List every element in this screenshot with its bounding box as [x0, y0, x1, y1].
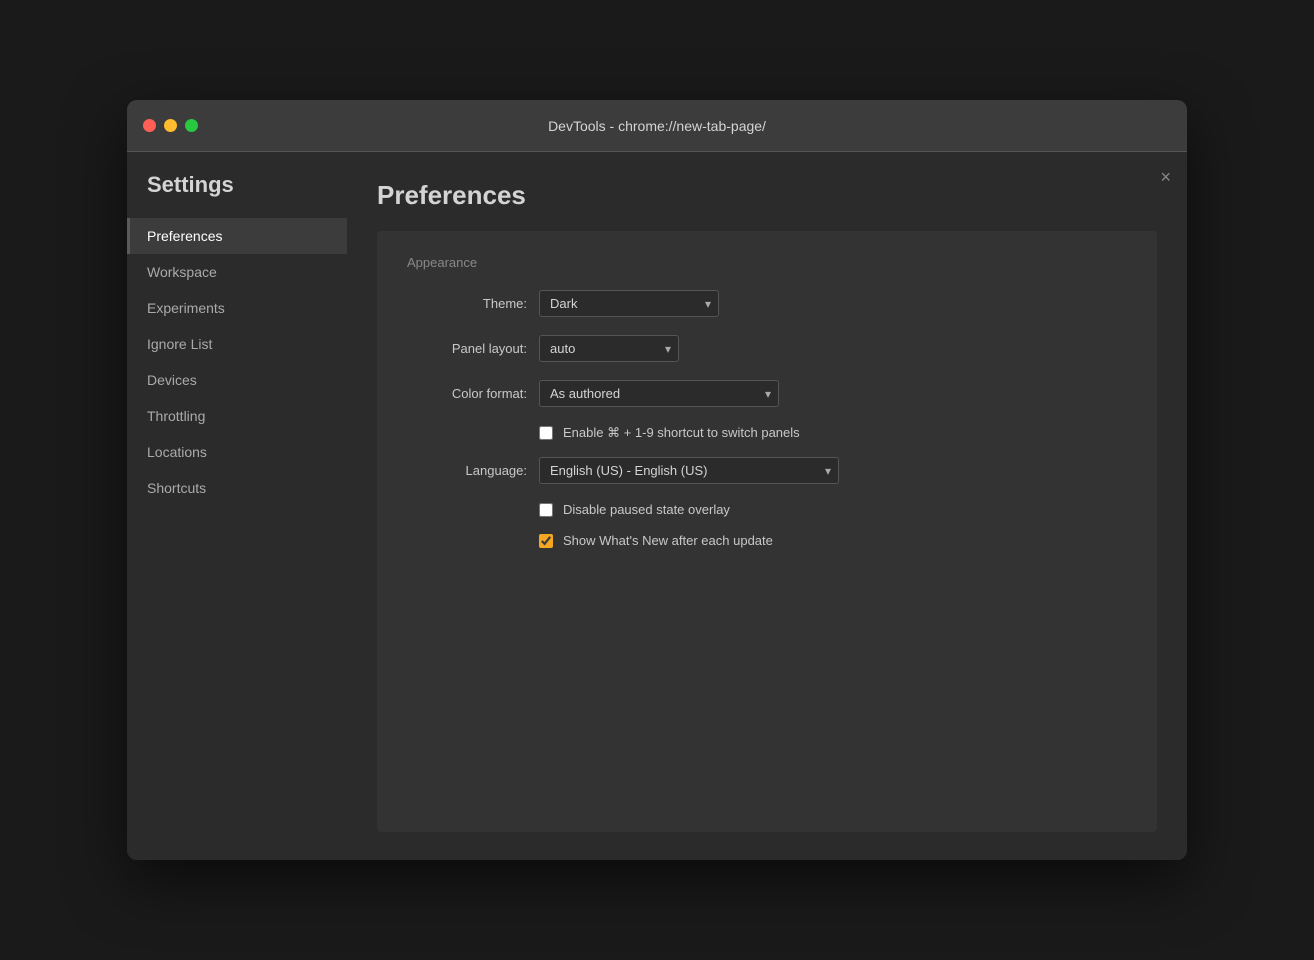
- language-row: Language: English (US) - English (US) De…: [407, 457, 1127, 484]
- sidebar-item-devices[interactable]: Devices: [127, 362, 347, 398]
- sidebar: Settings Preferences Workspace Experimen…: [127, 152, 347, 860]
- devtools-window: DevTools - chrome://new-tab-page/ Settin…: [127, 100, 1187, 860]
- theme-select[interactable]: System preference Light Dark: [539, 290, 719, 317]
- sidebar-item-locations[interactable]: Locations: [127, 434, 347, 470]
- panel-layout-label: Panel layout:: [407, 341, 527, 356]
- main-content: × Preferences Appearance Theme: System p…: [347, 152, 1187, 860]
- window-title: DevTools - chrome://new-tab-page/: [548, 118, 766, 134]
- pause-overlay-checkbox-row: Disable paused state overlay: [407, 502, 1127, 517]
- titlebar: DevTools - chrome://new-tab-page/: [127, 100, 1187, 152]
- color-format-label: Color format:: [407, 386, 527, 401]
- panel-layout-select-wrapper: auto horizontal vertical: [539, 335, 679, 362]
- shortcut-checkbox-label: Enable ⌘ + 1-9 shortcut to switch panels: [563, 425, 800, 441]
- sidebar-item-throttling[interactable]: Throttling: [127, 398, 347, 434]
- shortcut-checkbox[interactable]: [539, 426, 553, 440]
- whats-new-checkbox-label: Show What's New after each update: [563, 533, 773, 548]
- pause-overlay-checkbox[interactable]: [539, 503, 553, 517]
- close-settings-button[interactable]: ×: [1160, 168, 1171, 186]
- page-title: Preferences: [377, 180, 1157, 211]
- theme-row: Theme: System preference Light Dark: [407, 290, 1127, 317]
- sidebar-item-preferences[interactable]: Preferences: [127, 218, 347, 254]
- window-body: Settings Preferences Workspace Experimen…: [127, 152, 1187, 860]
- sidebar-item-workspace[interactable]: Workspace: [127, 254, 347, 290]
- traffic-lights: [143, 119, 198, 132]
- appearance-section-title: Appearance: [407, 255, 1127, 270]
- minimize-window-button[interactable]: [164, 119, 177, 132]
- color-format-select[interactable]: As authored HEX RGB HSL: [539, 380, 779, 407]
- color-format-row: Color format: As authored HEX RGB HSL: [407, 380, 1127, 407]
- content-area: Appearance Theme: System preference Ligh…: [377, 231, 1157, 832]
- language-select-wrapper: English (US) - English (US) Deutsch - Ge…: [539, 457, 839, 484]
- theme-label: Theme:: [407, 296, 527, 311]
- language-select[interactable]: English (US) - English (US) Deutsch - Ge…: [539, 457, 839, 484]
- panel-layout-select[interactable]: auto horizontal vertical: [539, 335, 679, 362]
- whats-new-checkbox[interactable]: [539, 534, 553, 548]
- color-format-select-wrapper: As authored HEX RGB HSL: [539, 380, 779, 407]
- sidebar-heading: Settings: [127, 172, 347, 218]
- sidebar-item-experiments[interactable]: Experiments: [127, 290, 347, 326]
- sidebar-item-shortcuts[interactable]: Shortcuts: [127, 470, 347, 506]
- shortcut-checkbox-row: Enable ⌘ + 1-9 shortcut to switch panels: [407, 425, 1127, 441]
- language-label: Language:: [407, 463, 527, 478]
- sidebar-item-ignore-list[interactable]: Ignore List: [127, 326, 347, 362]
- whats-new-checkbox-row: Show What's New after each update: [407, 533, 1127, 548]
- maximize-window-button[interactable]: [185, 119, 198, 132]
- theme-select-wrapper: System preference Light Dark: [539, 290, 719, 317]
- panel-layout-row: Panel layout: auto horizontal vertical: [407, 335, 1127, 362]
- pause-overlay-checkbox-label: Disable paused state overlay: [563, 502, 730, 517]
- close-window-button[interactable]: [143, 119, 156, 132]
